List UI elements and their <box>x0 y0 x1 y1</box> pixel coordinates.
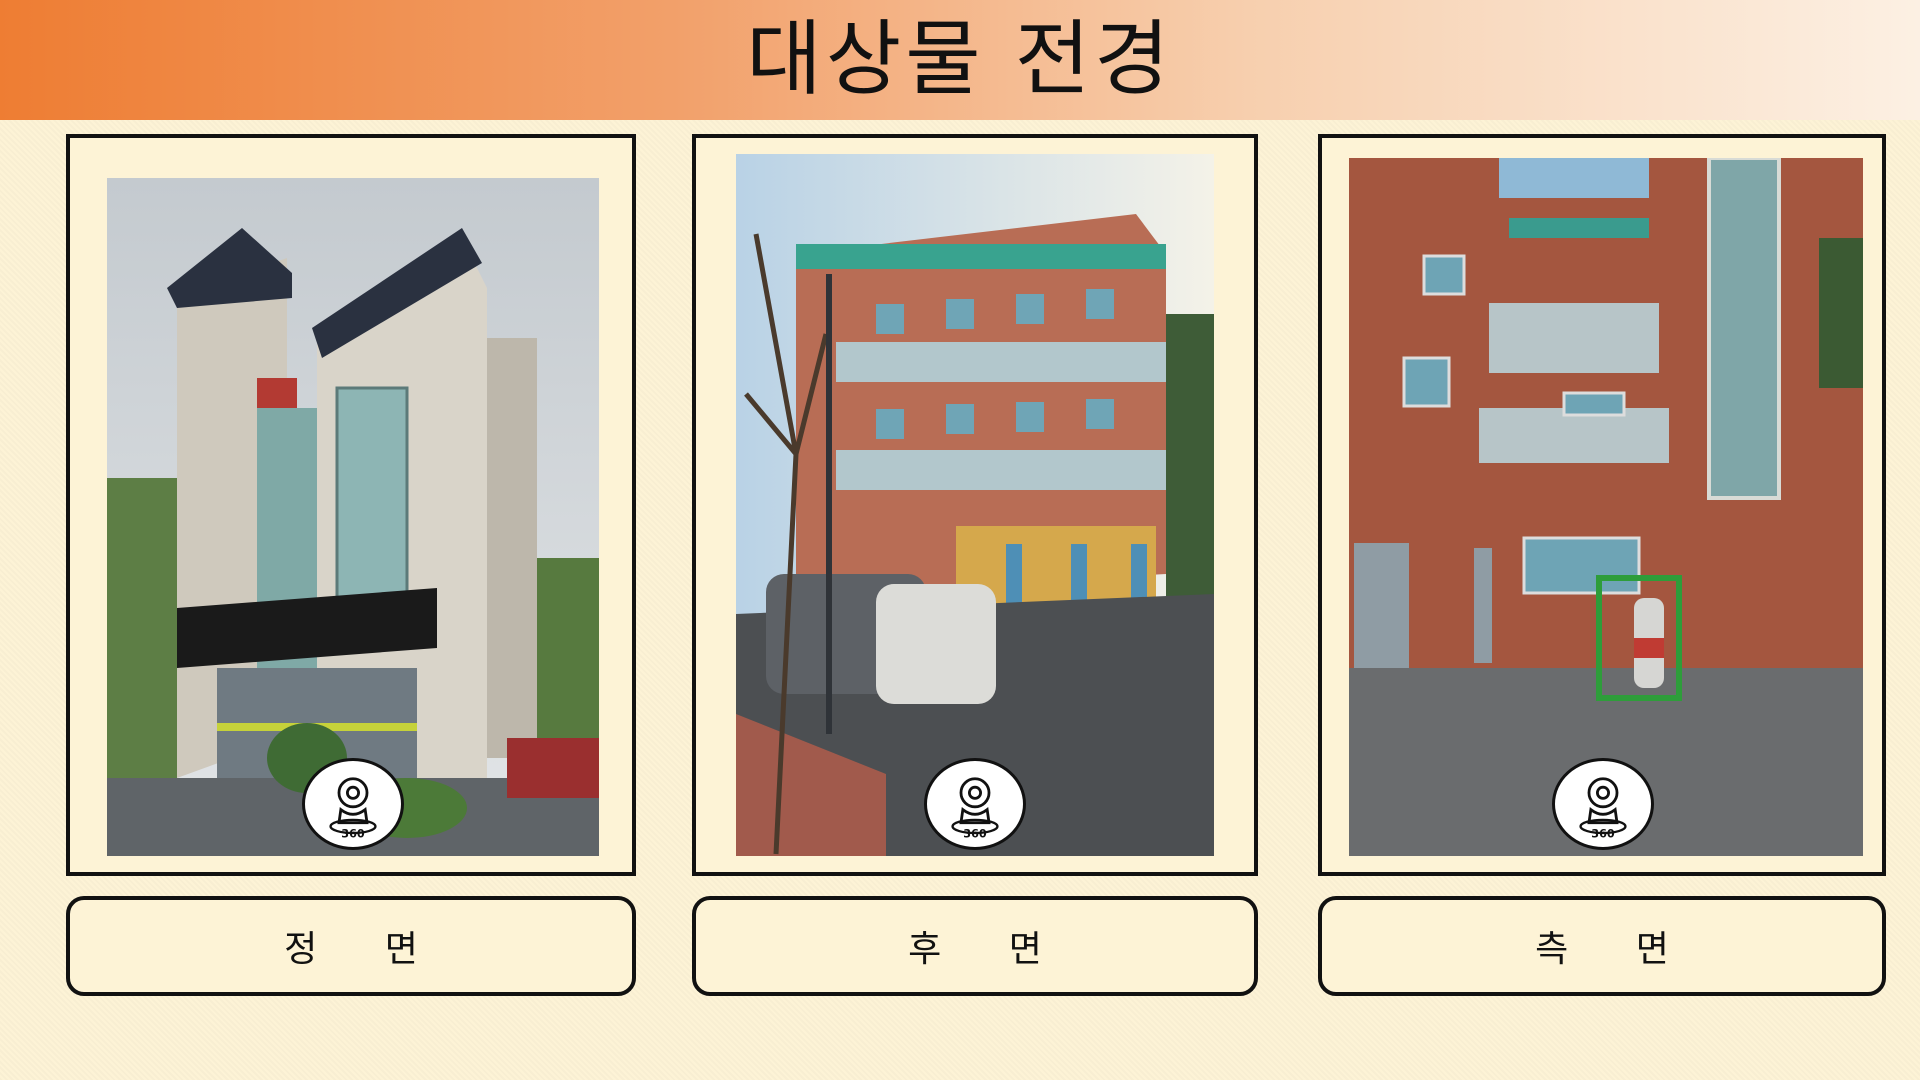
label-rear-button[interactable]: 후 면 <box>692 896 1258 996</box>
page-title: 대상물 전경 <box>746 12 1174 107</box>
label-side-text: 측 면 <box>1535 929 1697 970</box>
360-label: 360 <box>963 828 987 841</box>
360-view-icon[interactable]: 360 <box>1552 758 1654 850</box>
photo-panel-front: 360 <box>66 134 636 876</box>
label-front-text: 정 면 <box>284 929 446 970</box>
label-front-button[interactable]: 정 면 <box>66 896 636 996</box>
front-building-photo[interactable] <box>107 178 599 856</box>
header-bar: 대상물 전경 <box>0 0 1920 120</box>
side-building-photo[interactable] <box>1349 158 1863 856</box>
360-label: 360 <box>1591 828 1615 841</box>
360-view-icon[interactable]: 360 <box>302 758 404 850</box>
360-view-icon[interactable]: 360 <box>924 758 1026 850</box>
photo-panel-side: 360 <box>1318 134 1886 876</box>
rear-building-photo[interactable] <box>736 154 1214 856</box>
photo-panel-rear: 360 <box>692 134 1258 876</box>
label-side-button[interactable]: 측 면 <box>1318 896 1886 996</box>
label-rear-text: 후 면 <box>908 929 1070 970</box>
360-label: 360 <box>341 828 365 841</box>
